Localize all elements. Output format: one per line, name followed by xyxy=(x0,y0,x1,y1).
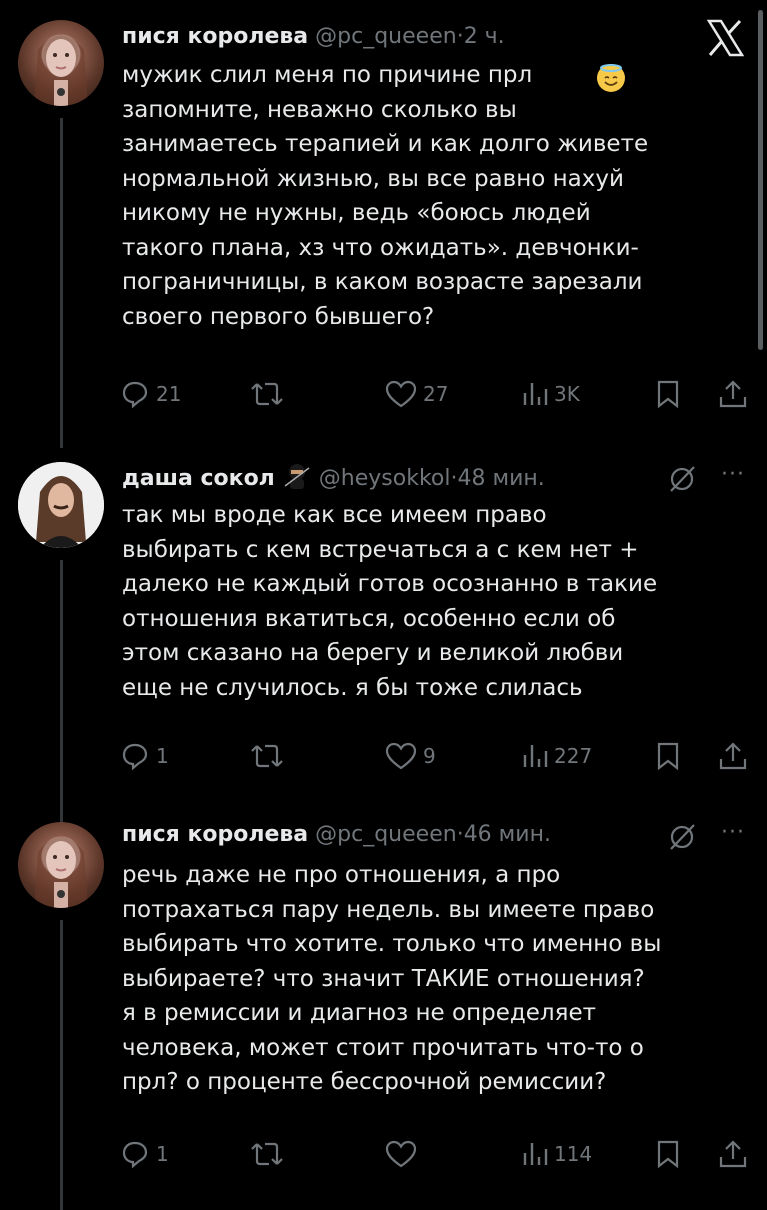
thread-line xyxy=(60,118,63,448)
views-count: 114 xyxy=(554,1142,593,1166)
heart-icon xyxy=(385,1140,417,1168)
tweet-body: речь даже не про отношения, а про потрах… xyxy=(122,862,662,1095)
share-icon xyxy=(719,742,747,770)
reply-icon xyxy=(122,743,148,771)
share-icon xyxy=(719,1140,747,1168)
views-count: 3K xyxy=(554,382,580,406)
tweet-text: так мы вроде как все имеем право выбират… xyxy=(122,498,742,705)
tweet-actions: 1 9 227 xyxy=(120,736,750,776)
separator-dot: · xyxy=(456,24,464,49)
reply-icon xyxy=(122,381,148,409)
like-button[interactable]: 9 xyxy=(385,736,436,776)
user-handle[interactable]: @pc_queeen xyxy=(315,822,457,847)
like-count: 27 xyxy=(423,382,449,406)
bookmark-button[interactable] xyxy=(655,736,681,776)
retweet-icon xyxy=(251,1142,283,1166)
like-button[interactable] xyxy=(385,1134,423,1174)
bookmark-button[interactable] xyxy=(655,1134,681,1174)
tweet-body: мужик слил меня по причине прл запомните… xyxy=(122,62,649,330)
timestamp[interactable]: 46 мин. xyxy=(464,822,551,847)
share-button[interactable] xyxy=(718,374,748,414)
separator-dot: · xyxy=(450,466,458,491)
tweet-body: так мы вроде как все имеем право выбират… xyxy=(122,502,658,701)
tweet[interactable]: даша сокол @heysokkol·48 мин. ··· так мы… xyxy=(0,440,767,830)
tweet[interactable]: пися королева @pc_queeen·2 ч. мужик слил… xyxy=(0,0,767,448)
like-count: 9 xyxy=(423,744,436,768)
views-count: 227 xyxy=(554,744,593,768)
user-handle[interactable]: @pc_queeen xyxy=(315,24,457,49)
tweet-actions: 21 27 3K xyxy=(120,374,750,414)
retweet-icon xyxy=(251,744,283,768)
timestamp[interactable]: 2 ч. xyxy=(464,24,505,49)
tweet-header: пися королева @pc_queeen·2 ч. xyxy=(122,22,505,52)
user-handle[interactable]: @heysokkol xyxy=(319,466,451,491)
like-button[interactable]: 27 xyxy=(385,374,448,414)
bookmark-icon xyxy=(657,380,679,409)
tweet-header: даша сокол @heysokkol·48 мин. xyxy=(122,462,545,494)
tweet-header: пися королева @pc_queeen·46 мин. xyxy=(122,820,551,850)
bar-chart-icon xyxy=(523,745,548,767)
tweet[interactable]: пися королева @pc_queeen·46 мин. ··· реч… xyxy=(0,800,767,1210)
retweet-icon xyxy=(251,382,283,406)
share-button[interactable] xyxy=(718,736,748,776)
thread-line xyxy=(60,560,63,830)
bookmark-icon xyxy=(657,742,679,771)
more-options-icon[interactable]: ··· xyxy=(721,462,745,487)
bookmark-icon xyxy=(657,1140,679,1169)
views-button[interactable]: 3K xyxy=(520,374,580,414)
bar-chart-icon xyxy=(523,1143,548,1165)
reply-button[interactable]: 1 xyxy=(120,1134,169,1174)
reply-count: 1 xyxy=(156,744,169,768)
grok-icon[interactable] xyxy=(667,464,697,494)
reply-button[interactable]: 21 xyxy=(120,374,181,414)
retweet-button[interactable] xyxy=(250,1134,290,1174)
timestamp[interactable]: 48 мин. xyxy=(458,466,545,491)
avatar[interactable] xyxy=(18,462,104,548)
bar-chart-icon xyxy=(523,383,548,405)
display-name[interactable]: пися королева xyxy=(122,24,308,49)
retweet-button[interactable] xyxy=(250,374,290,414)
ninja-icon xyxy=(282,462,312,490)
grok-icon[interactable] xyxy=(667,822,697,852)
display-name[interactable]: пися королева xyxy=(122,822,308,847)
views-button[interactable]: 227 xyxy=(520,736,592,776)
share-button[interactable] xyxy=(718,1134,748,1174)
separator-dot: · xyxy=(456,822,464,847)
bookmark-button[interactable] xyxy=(655,374,681,414)
thread-line xyxy=(60,920,63,1210)
tweet-actions: 1 114 xyxy=(120,1134,750,1174)
tweet-text: речь даже не про отношения, а про потрах… xyxy=(122,858,742,1100)
more-options-icon[interactable]: ··· xyxy=(721,820,745,845)
heart-icon xyxy=(385,380,417,408)
reply-count: 21 xyxy=(156,382,182,406)
avatar[interactable] xyxy=(18,822,104,908)
reply-icon xyxy=(122,1141,148,1169)
reply-count: 1 xyxy=(156,1142,169,1166)
retweet-button[interactable] xyxy=(250,736,290,776)
display-name[interactable]: даша сокол xyxy=(122,466,275,491)
avatar[interactable] xyxy=(18,20,104,106)
heart-icon xyxy=(385,742,417,770)
reply-button[interactable]: 1 xyxy=(120,736,169,776)
share-icon xyxy=(719,380,747,408)
views-button[interactable]: 114 xyxy=(520,1134,592,1174)
tweet-text: мужик слил меня по причине прл запомните… xyxy=(122,58,742,334)
smiling-face-with-halo-icon xyxy=(597,64,625,92)
